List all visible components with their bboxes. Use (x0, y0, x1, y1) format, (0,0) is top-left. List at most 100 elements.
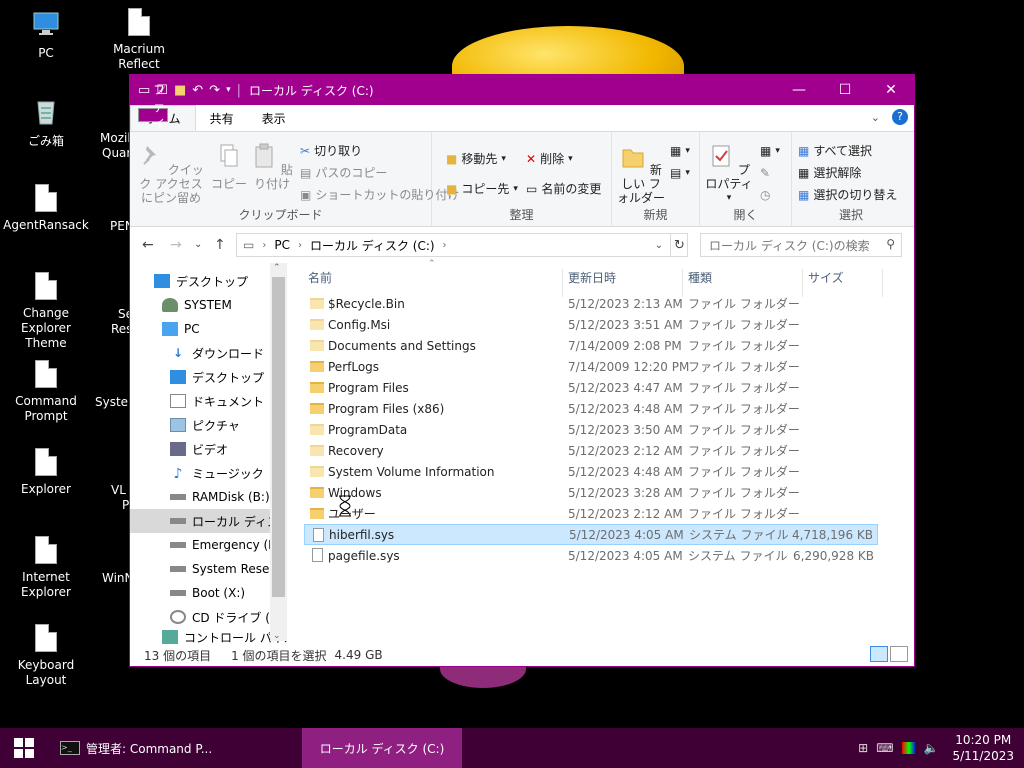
help-icon[interactable]: ? (892, 109, 908, 125)
keyboard-icon[interactable]: ⌨ (876, 741, 893, 755)
file-row-windows[interactable]: Windows 5/12/2023 3:28 AM ファイル フォルダー (304, 482, 878, 503)
breadcrumb-pc[interactable]: PC (274, 238, 290, 252)
search-input[interactable]: ローカル ディスク (C:)の検索 ⚲ (700, 233, 902, 257)
folder-icon (310, 382, 324, 393)
start-button[interactable] (0, 728, 48, 768)
refresh-button[interactable]: ↻ (670, 233, 688, 257)
nav-item-boot[interactable]: Boot (X:) (130, 581, 287, 605)
address-dropdown-icon[interactable]: ⌄ (649, 234, 669, 256)
clock[interactable]: 10:20 PM 5/11/2023 (952, 732, 1014, 764)
nav-item-downloads[interactable]: ↓ ダウンロード (130, 341, 287, 365)
cut-button[interactable]: ✂ 切り取り (300, 142, 362, 159)
desktop-icon-keyboard-layout[interactable]: Keyboard Layout (0, 624, 92, 688)
pin-quick-access-button[interactable]: クイック アクセスにピン留め (136, 142, 206, 205)
speaker-muted-icon[interactable]: 🔈 (924, 741, 939, 755)
desktop-icon-explorer[interactable]: Explorer (0, 448, 92, 497)
new-item-button[interactable]: ▦ ▾ (670, 144, 690, 158)
redo-icon[interactable]: ↷ (209, 83, 220, 98)
file-row-hiberfil[interactable]: hiberfil.sys 5/12/2023 4:05 AM システム ファイル 4,… (304, 524, 878, 545)
nav-item-cd-drive[interactable]: CD ドライブ (Y:) V (130, 605, 287, 629)
file-row-users[interactable]: ユーザー 5/12/2023 2:12 AM ファイル フォルダー (304, 503, 878, 524)
customize-chevron-icon[interactable]: ▾ (226, 85, 231, 95)
desktop-icon-change-explorer-theme[interactable]: Change Explorer Theme (0, 272, 92, 351)
column-header-type[interactable]: 種類 (688, 269, 712, 286)
desktop-icon-pc[interactable]: PC (0, 8, 92, 61)
invert-selection-button[interactable]: ▦ 選択の切り替え (798, 186, 897, 203)
desktop-icon-recycle-bin[interactable]: ごみ箱 (0, 96, 92, 149)
sort-up-icon: ⌃ (428, 259, 436, 269)
file-row-programdata[interactable]: ProgramData 5/12/2023 3:50 AM ファイル フォルダー (304, 419, 878, 440)
recent-locations-chevron-icon[interactable]: ⌄ (194, 239, 202, 250)
history-button[interactable]: ◷ (760, 188, 770, 202)
file-row-pagefile[interactable]: pagefile.sys 5/12/2023 4:05 AM システム ファイル 6,… (304, 545, 878, 566)
nav-item-system-reserved[interactable]: System Reserve (130, 557, 287, 581)
maximize-button[interactable]: ☐ (822, 75, 868, 105)
nav-item-local-disk[interactable]: ローカル ディスク ( (130, 509, 287, 533)
nav-item-emergency[interactable]: Emergency (D:) (130, 533, 287, 557)
up-button[interactable]: ↑ (214, 237, 226, 253)
close-button[interactable]: ✕ (868, 75, 914, 105)
file-row-config-msi[interactable]: Config.Msi 5/12/2023 3:51 AM ファイル フォルダー (304, 314, 878, 335)
open-button[interactable]: ▦ ▾ (760, 144, 780, 158)
select-all-button[interactable]: ▦ すべて選択 (798, 142, 872, 159)
breadcrumb-local-disk[interactable]: ローカル ディスク (C:) (310, 237, 435, 254)
rename-button[interactable]: ▭ 名前の変更 (526, 180, 601, 197)
tray-network-icon[interactable]: ⊞ (858, 741, 868, 755)
copy-to-button[interactable]: ■ コピー先 ▾ (446, 180, 518, 197)
file-row-recovery[interactable]: Recovery 5/12/2023 2:12 AM ファイル フォルダー (304, 440, 878, 461)
forward-button[interactable]: → (170, 237, 182, 253)
minimize-button[interactable]: — (776, 75, 822, 105)
ribbon-collapse-chevron-icon[interactable]: ⌄ (871, 111, 880, 124)
file-row-system-volume-information[interactable]: System Volume Information 5/12/2023 4:48 … (304, 461, 878, 482)
nav-item-music[interactable]: ♪ ミュージック (130, 461, 287, 485)
paste-button[interactable]: 貼り付け (250, 142, 294, 191)
nav-item-documents[interactable]: ドキュメント (130, 389, 287, 413)
copy-button[interactable]: コピー (210, 142, 248, 191)
tab-view[interactable]: 表示 (248, 105, 300, 131)
nav-item-desktop-2[interactable]: デスクトップ (130, 365, 287, 389)
nav-item-control-panel[interactable]: コントロール パネル (130, 629, 287, 645)
file-row-program-files-x86[interactable]: Program Files (x86) 5/12/2023 4:48 AM ファイル… (304, 398, 878, 419)
move-to-button[interactable]: ■ 移動先 ▾ (446, 150, 506, 167)
navigation-scrollbar[interactable]: ⌃ ⌄ (270, 263, 287, 641)
nav-item-pc[interactable]: PC (130, 317, 287, 341)
new-folder-icon[interactable]: ■ (174, 83, 186, 98)
nav-item-pictures[interactable]: ピクチャ (130, 413, 287, 437)
scrollbar-thumb[interactable] (272, 277, 285, 597)
color-icon[interactable] (901, 742, 916, 754)
easy-access-button[interactable]: ▤ ▾ (670, 166, 690, 180)
column-header-size[interactable]: サイズ (808, 269, 844, 286)
file-row-program-files[interactable]: Program Files 5/12/2023 4:47 AM ファイル フォルダー (304, 377, 878, 398)
address-box[interactable]: ▭ › PC › ローカル ディスク (C:) › ⌄ (236, 233, 688, 257)
nav-item-system[interactable]: SYSTEM (130, 293, 287, 317)
column-header-name[interactable]: 名前 (308, 269, 332, 286)
desktop-icon-agentransack[interactable]: AgentRansack (0, 184, 92, 233)
details-view-button[interactable] (870, 646, 888, 662)
scroll-up-icon[interactable]: ⌃ (273, 263, 281, 273)
scroll-down-icon[interactable]: ⌄ (273, 631, 281, 641)
delete-button[interactable]: ✕ 削除 ▾ (526, 150, 573, 167)
taskbar-explorer[interactable]: ローカル ディスク (C:) (302, 728, 462, 768)
nav-item-desktop[interactable]: デスクトップ (130, 269, 287, 293)
desktop-icon-command-prompt[interactable]: Command Prompt (0, 360, 92, 424)
file-row-recycle-bin[interactable]: $Recycle.Bin 5/12/2023 2:13 AM ファイル フォルダー (304, 293, 878, 314)
select-none-button[interactable]: ▦ 選択解除 (798, 164, 861, 181)
tab-file[interactable]: ファイル (138, 83, 168, 148)
desktop-icon-internet-explorer[interactable]: Internet Explorer (0, 536, 92, 600)
copy-path-button[interactable]: ▤ パスのコピー (300, 164, 387, 181)
new-folder-button[interactable]: 新しい フォルダー (616, 142, 666, 205)
edit-button[interactable]: ✎ (760, 166, 770, 180)
tab-share[interactable]: 共有 (196, 105, 248, 131)
title-bar[interactable]: ▭ ☑ ■ ↶ ↷ ▾ | ローカル ディスク (C:) — ☐ ✕ (130, 75, 914, 105)
column-header-date[interactable]: 更新日時 (568, 269, 616, 286)
taskbar-command-prompt[interactable]: >_ 管理者: Command P... (48, 728, 302, 768)
nav-item-ramdisk[interactable]: RAMDisk (B:) (130, 485, 287, 509)
large-icons-view-button[interactable] (890, 646, 908, 662)
back-button[interactable]: ← (142, 237, 154, 253)
nav-item-videos[interactable]: ビデオ (130, 437, 287, 461)
file-row-documents-and-settings[interactable]: Documents and Settings 7/14/2009 2:08 PM フ… (304, 335, 878, 356)
undo-icon[interactable]: ↶ (192, 83, 203, 98)
file-row-perflogs[interactable]: PerfLogs 7/14/2009 12:20 PM ファイル フォルダー (304, 356, 878, 377)
desktop-icon-macrium[interactable]: Macrium Reflect (93, 8, 185, 72)
properties-button[interactable]: プロパティ ▾ (704, 142, 754, 205)
